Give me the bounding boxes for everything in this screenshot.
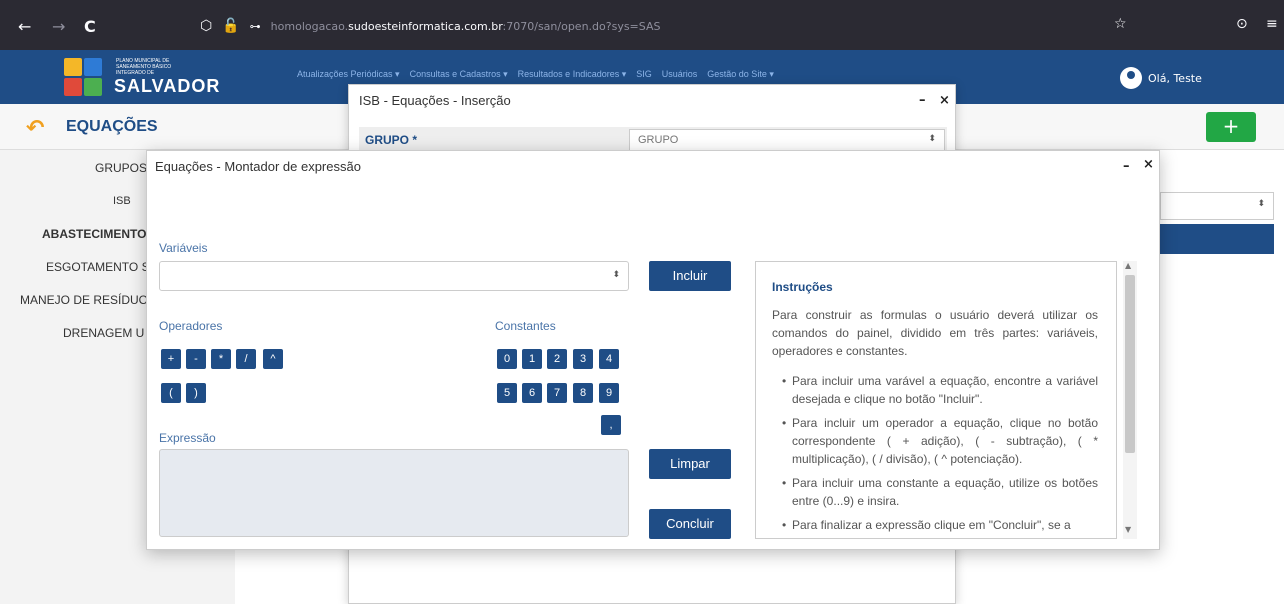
select-arrows-icon: ⬍ <box>612 270 620 280</box>
lock-warning-icon[interactable]: 🔓 <box>222 18 239 34</box>
menu-resultados[interactable]: Resultados e Indicadores ▾ <box>518 69 627 80</box>
operator-divide-button[interactable]: / <box>236 349 256 369</box>
page-title: EQUAÇÕES <box>66 118 158 135</box>
scroll-down-icon[interactable]: ▼ <box>1125 525 1131 534</box>
modal-title: Equações - Montador de expressão <box>155 159 361 174</box>
browser-toolbar: ← → C ⬡ 🔓 ⊶ homologacao.sudoesteinformat… <box>0 0 1284 50</box>
user-avatar-icon <box>1120 67 1142 89</box>
operator-plus-button[interactable]: + <box>161 349 181 369</box>
instructions-scrollbar[interactable]: ▲ ▼ <box>1123 261 1137 539</box>
operators-label: Operadores <box>159 319 223 333</box>
expression-label: Expressão <box>159 431 216 445</box>
tracking-shield-icon[interactable]: ⬡ <box>200 18 212 34</box>
list-item-drenagem[interactable]: DRENAGEM U <box>63 326 144 340</box>
constant-8-button[interactable]: 8 <box>573 383 593 403</box>
pocket-icon[interactable]: ⊙ <box>1236 16 1248 32</box>
instructions-title: Instruções <box>772 280 833 294</box>
operator-open-paren-button[interactable]: ( <box>161 383 181 403</box>
constants-label: Constantes <box>495 319 556 333</box>
finish-button[interactable]: Concluir <box>649 509 731 539</box>
clear-button[interactable]: Limpar <box>649 449 731 479</box>
variables-select[interactable]: ⬍ <box>159 261 629 291</box>
variables-label: Variáveis <box>159 241 208 255</box>
constant-6-button[interactable]: 6 <box>522 383 542 403</box>
instructions-panel[interactable]: Instruções Para construir as formulas o … <box>755 261 1117 539</box>
menu-atualizacoes[interactable]: Atualizações Periódicas ▾ <box>297 69 400 80</box>
url-text[interactable]: homologacao.sudoesteinformatica.com.br:7… <box>271 20 661 33</box>
constant-2-button[interactable]: 2 <box>547 349 567 369</box>
constant-4-button[interactable]: 4 <box>599 349 619 369</box>
salvador-logo[interactable]: PLANO MUNICIPAL DE SANEAMENTO BÁSICO INTEG… <box>64 56 219 98</box>
back-arrow-icon[interactable]: ↶ <box>26 116 44 141</box>
user-menu[interactable]: Olá, Teste <box>1120 67 1202 89</box>
background-table-header <box>1160 224 1274 254</box>
constant-5-button[interactable]: 5 <box>497 383 517 403</box>
include-button[interactable]: Incluir <box>649 261 731 291</box>
scroll-thumb[interactable] <box>1125 275 1135 453</box>
list-item-manejo[interactable]: MANEJO DE RESÍDUO <box>20 293 148 307</box>
operator-power-button[interactable]: ^ <box>263 349 283 369</box>
constant-7-button[interactable]: 7 <box>547 383 567 403</box>
select-arrows-icon: ⬍ <box>928 133 936 143</box>
constant-3-button[interactable]: 3 <box>573 349 593 369</box>
constant-1-button[interactable]: 1 <box>522 349 542 369</box>
list-item-grupos[interactable]: GRUPOS <box>95 161 147 175</box>
list-item: Para finalizar a expressão clique em "Co… <box>782 516 1098 534</box>
instructions-intro: Para construir as formulas o usuário dev… <box>772 308 1098 358</box>
address-bar[interactable]: ⬡ 🔓 ⊶ homologacao.sudoesteinformatica.co… <box>200 14 1100 38</box>
instructions-list: Para incluir uma varável a equação, enco… <box>772 372 1098 534</box>
operator-minus-button[interactable]: - <box>186 349 206 369</box>
list-item: Para incluir um operador a equação, cliq… <box>782 414 1098 468</box>
list-item: Para incluir uma varável a equação, enco… <box>782 372 1098 408</box>
bookmark-star-icon[interactable]: ☆ <box>1114 16 1127 32</box>
minimize-icon[interactable]: – <box>1123 159 1130 174</box>
background-select[interactable]: ⬍ <box>1160 192 1274 220</box>
scroll-up-icon[interactable]: ▲ <box>1125 261 1131 270</box>
list-item-abastecimento[interactable]: ABASTECIMENTO <box>42 227 146 241</box>
menu-sig[interactable]: SIG <box>636 69 652 80</box>
menu-usuarios[interactable]: Usuários <box>662 69 698 80</box>
menu-gestao[interactable]: Gestão do Site ▾ <box>707 69 774 80</box>
decimal-comma-button[interactable]: , <box>601 415 621 435</box>
close-icon[interactable]: × <box>1143 157 1154 172</box>
minimize-icon[interactable]: – <box>919 93 926 108</box>
user-greeting: Olá, Teste <box>1148 71 1202 85</box>
constant-9-button[interactable]: 9 <box>599 383 619 403</box>
constant-0-button[interactable]: 0 <box>497 349 517 369</box>
list-item-esgotamento[interactable]: ESGOTAMENTO S <box>46 260 150 274</box>
main-menu: Atualizações Periódicas ▾ Consultas e Ca… <box>297 69 774 80</box>
expression-builder-modal: Equações - Montador de expressão – × Var… <box>146 150 1160 550</box>
operator-multiply-button[interactable]: * <box>211 349 231 369</box>
menu-icon[interactable]: ≡ <box>1266 16 1278 32</box>
forward-icon[interactable]: → <box>52 17 65 36</box>
close-icon[interactable]: × <box>939 93 950 108</box>
list-item: Para incluir uma constante a equação, ut… <box>782 474 1098 510</box>
group-select[interactable]: GRUPO ⬍ <box>629 129 945 151</box>
menu-consultas[interactable]: Consultas e Cadastros ▾ <box>410 69 508 80</box>
back-icon[interactable]: ← <box>18 17 31 36</box>
list-item-isb[interactable]: ISB <box>113 195 131 207</box>
reload-icon[interactable]: C <box>84 17 96 36</box>
insert-dialog-title: ISB - Equações - Inserção <box>359 93 511 108</box>
group-label: GRUPO * <box>365 133 418 147</box>
add-button[interactable]: + <box>1206 112 1256 142</box>
permissions-icon[interactable]: ⊶ <box>250 20 261 33</box>
expression-field[interactable] <box>159 449 629 537</box>
operator-close-paren-button[interactable]: ) <box>186 383 206 403</box>
